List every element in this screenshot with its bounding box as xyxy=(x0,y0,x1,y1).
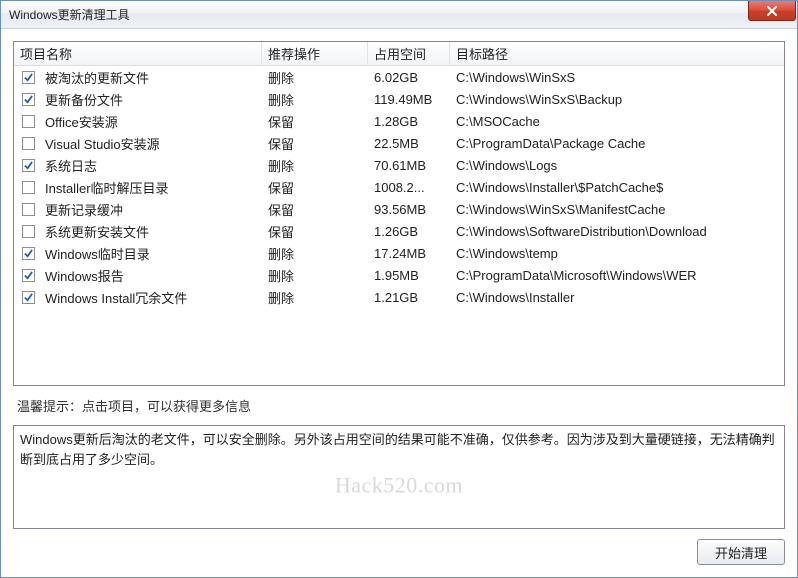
row-name-text: 被淘汰的更新文件 xyxy=(45,68,149,87)
table-row[interactable]: Visual Studio安装源保留22.5MBC:\ProgramData\P… xyxy=(14,132,784,154)
cell-path: C:\Windows\temp xyxy=(450,243,784,264)
items-list-panel: 项目名称 推荐操作 占用空间 目标路径 被淘汰的更新文件删除6.02GBC:\W… xyxy=(13,41,785,386)
table-row[interactable]: Installer临时解压目录保留1008.2...C:\Windows\Ins… xyxy=(14,176,784,198)
row-checkbox[interactable] xyxy=(22,93,35,106)
cell-size: 1.95MB xyxy=(368,265,450,286)
table-row[interactable]: 更新记录缓冲保留93.56MBC:\Windows\WinSxS\Manifes… xyxy=(14,198,784,220)
cell-size: 22.5MB xyxy=(368,133,450,154)
app-window: Windows更新清理工具 项目名称 推荐操作 占用空间 目标路径 被淘汰的更新… xyxy=(0,0,798,578)
cell-size: 17.24MB xyxy=(368,243,450,264)
cell-path: C:\MSOCache xyxy=(450,111,784,132)
cell-action: 删除 xyxy=(262,285,368,310)
row-checkbox[interactable] xyxy=(22,71,35,84)
row-name-text: Windows报告 xyxy=(45,266,124,285)
row-checkbox[interactable] xyxy=(22,159,35,172)
cell-size: 119.49MB xyxy=(368,89,450,110)
row-checkbox[interactable] xyxy=(22,269,35,282)
watermark-text: Hack520.com xyxy=(335,469,463,502)
row-name-text: Installer临时解压目录 xyxy=(45,178,169,197)
row-name-text: 系统更新安装文件 xyxy=(45,222,149,241)
row-name-text: 更新记录缓冲 xyxy=(45,200,123,219)
row-checkbox[interactable] xyxy=(22,181,35,194)
cell-size: 6.02GB xyxy=(368,67,450,88)
hint-text: 温馨提示：点击项目，可以获得更多信息 xyxy=(13,394,785,417)
content-area: 项目名称 推荐操作 占用空间 目标路径 被淘汰的更新文件删除6.02GBC:\W… xyxy=(1,29,797,577)
cell-path: C:\Windows\WinSxS\Backup xyxy=(450,89,784,110)
col-header-name[interactable]: 项目名称 xyxy=(14,41,262,66)
cell-path: C:\Windows\WinSxS xyxy=(450,67,784,88)
cell-name: Windows Install冗余文件 xyxy=(14,285,262,310)
col-header-path[interactable]: 目标路径 xyxy=(450,41,784,66)
close-icon xyxy=(766,6,778,16)
row-name-text: Visual Studio安装源 xyxy=(45,134,160,153)
col-header-action[interactable]: 推荐操作 xyxy=(262,41,368,66)
list-body[interactable]: 被淘汰的更新文件删除6.02GBC:\Windows\WinSxS更新备份文件删… xyxy=(14,66,784,385)
table-row[interactable]: 系统更新安装文件保留1.26GBC:\Windows\SoftwareDistr… xyxy=(14,220,784,242)
cell-size: 1.26GB xyxy=(368,221,450,242)
cell-path: C:\Windows\Logs xyxy=(450,155,784,176)
cell-size: 1.21GB xyxy=(368,287,450,308)
titlebar: Windows更新清理工具 xyxy=(1,1,797,29)
cell-size: 93.56MB xyxy=(368,199,450,220)
table-row[interactable]: 系统日志删除70.61MBC:\Windows\Logs xyxy=(14,154,784,176)
cell-size: 1008.2... xyxy=(368,177,450,198)
table-row[interactable]: Windows Install冗余文件 删除1.21GBC:\Windows\In… xyxy=(14,286,784,308)
table-row[interactable]: Windows报告删除1.95MBC:\ProgramData\Microsof… xyxy=(14,264,784,286)
row-checkbox[interactable] xyxy=(22,225,35,238)
cell-path: C:\Windows\SoftwareDistribution\Download xyxy=(450,221,784,242)
table-row[interactable]: Windows临时目录删除17.24MBC:\Windows\temp xyxy=(14,242,784,264)
cell-path: C:\Windows\WinSxS\ManifestCache xyxy=(450,199,784,220)
close-button[interactable] xyxy=(748,1,796,21)
cell-size: 70.61MB xyxy=(368,155,450,176)
cell-size: 1.28GB xyxy=(368,111,450,132)
footer: 开始清理 xyxy=(13,537,785,565)
row-name-text: Windows Install冗余文件 xyxy=(45,288,187,307)
cell-path: C:\ProgramData\Microsoft\Windows\WER xyxy=(450,265,784,286)
table-row[interactable]: 更新备份文件删除119.49MBC:\Windows\WinSxS\Backup xyxy=(14,88,784,110)
table-row[interactable]: Office安装源保留1.28GBC:\MSOCache xyxy=(14,110,784,132)
row-name-text: Windows临时目录 xyxy=(45,244,150,263)
cell-path: C:\Windows\Installer\$PatchCache$ xyxy=(450,177,784,198)
row-checkbox[interactable] xyxy=(22,137,35,150)
list-header: 项目名称 推荐操作 占用空间 目标路径 xyxy=(14,42,784,66)
row-name-text: 系统日志 xyxy=(45,156,97,175)
row-name-text: Office安装源 xyxy=(45,112,118,131)
row-checkbox[interactable] xyxy=(22,291,35,304)
row-checkbox[interactable] xyxy=(22,203,35,216)
description-text: Windows更新后淘汰的老文件，可以安全删除。另外该占用空间的结果可能不准确，… xyxy=(20,432,775,467)
col-header-size[interactable]: 占用空间 xyxy=(368,41,450,66)
row-name-text: 更新备份文件 xyxy=(45,90,123,109)
cell-path: C:\Windows\Installer xyxy=(450,287,784,308)
window-title: Windows更新清理工具 xyxy=(9,6,130,23)
table-row[interactable]: 被淘汰的更新文件删除6.02GBC:\Windows\WinSxS xyxy=(14,66,784,88)
description-panel: Windows更新后淘汰的老文件，可以安全删除。另外该占用空间的结果可能不准确，… xyxy=(13,425,785,529)
start-clean-button[interactable]: 开始清理 xyxy=(697,539,785,565)
row-checkbox[interactable] xyxy=(22,247,35,260)
row-checkbox[interactable] xyxy=(22,115,35,128)
cell-path: C:\ProgramData\Package Cache xyxy=(450,133,784,154)
